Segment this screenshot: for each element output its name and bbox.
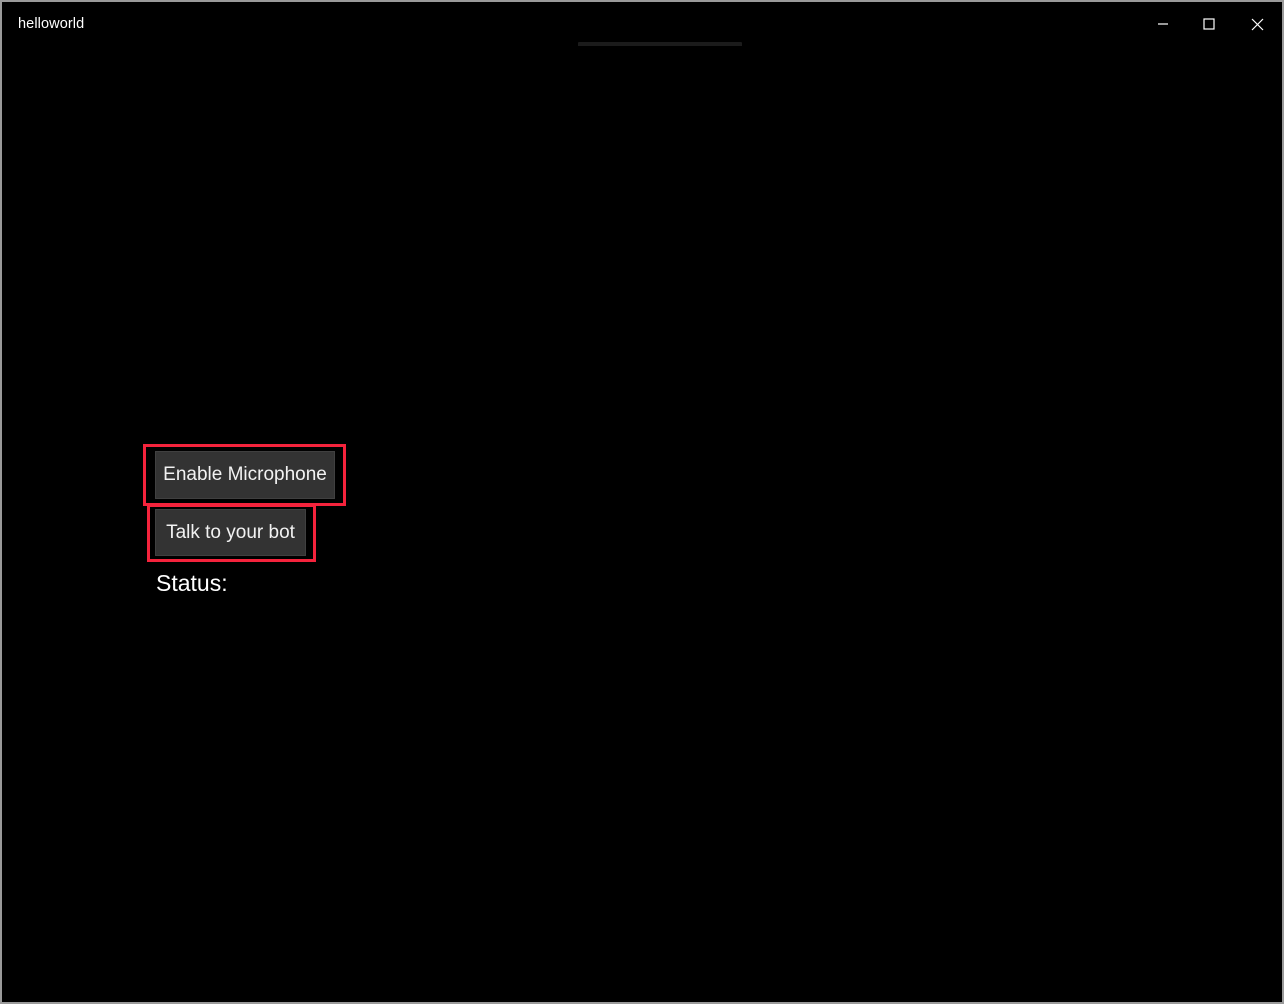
window-title: helloworld	[18, 16, 85, 32]
status-label: Status:	[156, 570, 228, 596]
close-button[interactable]	[1232, 2, 1282, 46]
title-bar: helloworld	[2, 2, 1282, 46]
maximize-button[interactable]	[1186, 2, 1232, 46]
enable-microphone-button[interactable]: Enable Microphone	[155, 451, 335, 499]
window-controls	[1140, 2, 1282, 46]
talk-to-your-bot-button[interactable]: Talk to your bot	[155, 509, 306, 556]
close-icon	[1251, 18, 1264, 31]
status-line: Status:	[156, 570, 236, 597]
maximize-icon	[1203, 18, 1215, 30]
minimize-icon	[1157, 18, 1169, 30]
app-window: helloworld Enable Microphone Talk to you…	[0, 0, 1284, 1004]
minimize-button[interactable]	[1140, 2, 1186, 46]
app-content-area: Enable Microphone Talk to your bot Statu…	[2, 46, 1282, 1002]
